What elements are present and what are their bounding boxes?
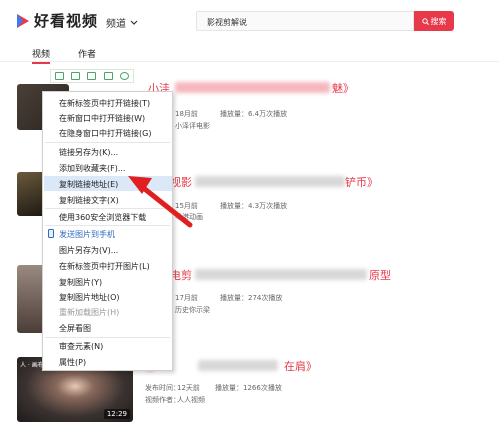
toolbar-expand-icon[interactable] xyxy=(71,72,81,80)
context-menu: 在新标签页中打开链接(T) 在新窗口中打开链接(W) 在隐身窗口中打开链接(G)… xyxy=(42,91,173,371)
video-title-end: 魅》 xyxy=(332,82,354,95)
phone-icon xyxy=(48,229,54,238)
site-header: 好看视频 频道 影视剪解说 搜索 xyxy=(0,0,499,40)
video-plays: 播放量：1266次播放 xyxy=(215,384,282,392)
redacted-title xyxy=(198,360,278,371)
video-title-end: 原型 xyxy=(369,269,391,282)
redacted-title xyxy=(195,176,345,187)
menu-item-copy-image[interactable]: 复制图片(Y) xyxy=(59,277,102,288)
menu-item-save-image-as[interactable]: 图片另存为(V)... xyxy=(59,245,118,256)
logo-text: 好看视频 xyxy=(34,12,99,30)
menu-item-open-new-window[interactable]: 在新窗口中打开链接(W) xyxy=(59,113,145,124)
video-title[interactable]: 电剪 xyxy=(170,267,192,283)
video-title-end: 在肩》 xyxy=(284,360,317,373)
video-date: 17月前 xyxy=(175,294,198,302)
video-date-label: 发布时间： xyxy=(145,384,180,392)
menu-item-copy-link-text[interactable]: 复制链接文字(X) xyxy=(59,195,119,206)
video-author[interactable]: 小泽评电影 xyxy=(175,121,210,131)
menu-separator xyxy=(45,337,170,338)
site-logo[interactable]: 好看视频 xyxy=(16,10,98,31)
channel-dropdown[interactable]: 频道 xyxy=(106,15,138,30)
search-icon xyxy=(421,17,429,25)
tab-authors[interactable]: 作者 xyxy=(78,47,96,60)
video-author[interactable]: 历史你示梁 xyxy=(175,305,210,315)
redacted-title xyxy=(175,82,330,93)
menu-item-copy-link-address[interactable]: 复制链接地址(E) xyxy=(59,179,118,190)
tab-videos[interactable]: 视频 xyxy=(32,47,51,64)
image-tools-toolbar xyxy=(50,69,134,83)
channel-label: 频道 xyxy=(106,19,126,30)
result-tabs: 视频 作者 xyxy=(0,44,499,64)
menu-item-send-image-to-phone[interactable]: 发送图片到手机 xyxy=(59,229,115,240)
menu-item-open-incognito[interactable]: 在隐身窗口中打开链接(G) xyxy=(59,128,151,139)
menu-item-download-360[interactable]: 使用360安全浏览器下载 xyxy=(59,212,146,223)
video-date: 12天前 xyxy=(177,384,200,392)
video-author-label: 视频作者： xyxy=(145,396,180,404)
menu-item-open-image-new-tab[interactable]: 在新标签页中打开图片(L) xyxy=(59,261,150,272)
toolbar-image-icon[interactable] xyxy=(87,72,97,80)
video-date: 18月前 xyxy=(175,110,198,118)
video-title[interactable]: 视影 xyxy=(170,174,192,190)
menu-item-open-new-tab[interactable]: 在新标签页中打开链接(T) xyxy=(59,98,150,109)
video-duration: 12:29 xyxy=(103,409,130,419)
toolbar-doc-icon[interactable] xyxy=(54,72,64,80)
menu-item-copy-image-address[interactable]: 复制图片地址(O) xyxy=(59,292,120,303)
search-button-label: 搜索 xyxy=(430,16,447,26)
menu-item-fullscreen-image[interactable]: 全屏看图 xyxy=(59,323,91,334)
menu-item-add-favorite[interactable]: 添加到收藏夹(F)... xyxy=(59,163,125,174)
logo-play-icon xyxy=(17,13,29,28)
toolbar-gear-icon[interactable] xyxy=(120,72,130,80)
menu-separator xyxy=(45,142,170,143)
video-plays: 播放量：274次播放 xyxy=(220,294,283,302)
video-author[interactable]: 粤港动画 xyxy=(175,212,203,222)
video-author[interactable]: 人人视频 xyxy=(177,395,205,405)
thumbnail-caption: 人 · 画布 xyxy=(20,362,44,369)
menu-item-save-link-as[interactable]: 链接另存为(K)... xyxy=(59,147,118,158)
menu-item-properties[interactable]: 属性(P) xyxy=(59,357,86,368)
video-date: 15月前 xyxy=(175,202,198,210)
video-title-end: 铲币》 xyxy=(345,176,378,189)
menu-separator xyxy=(45,208,170,209)
toolbar-share-icon[interactable] xyxy=(103,72,113,80)
search-input[interactable]: 影视剪解说 xyxy=(196,11,414,31)
redacted-title xyxy=(195,269,367,280)
search-button[interactable]: 搜索 xyxy=(414,11,454,31)
chevron-down-icon xyxy=(130,20,138,25)
menu-separator xyxy=(45,225,170,226)
browser-page: 好看视频 频道 影视剪解说 搜索 视频 作者 小洼 魅》 18月前 播放量：6.… xyxy=(0,0,499,429)
menu-item-inspect-element[interactable]: 审查元素(N) xyxy=(59,341,103,352)
video-plays: 播放量：4.3万次播放 xyxy=(220,202,288,210)
menu-item-reload-image: 重新加载图片(H) xyxy=(59,308,120,317)
video-plays: 播放量：6.4万次播放 xyxy=(220,110,288,118)
